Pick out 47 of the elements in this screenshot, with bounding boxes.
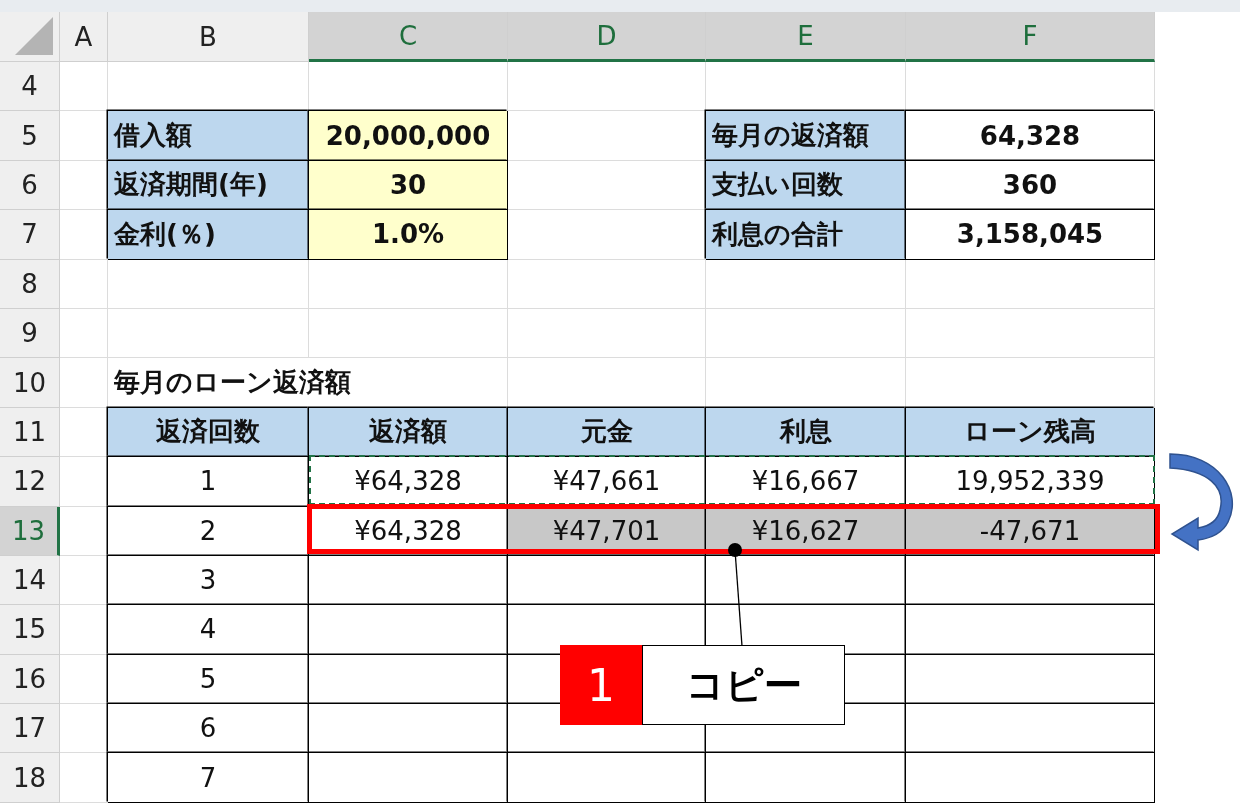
table-cell: 金利(％): [108, 210, 309, 260]
table-cell: 20,000,000: [309, 111, 508, 161]
column-header[interactable]: B: [108, 12, 309, 62]
column-header[interactable]: E: [706, 12, 906, 62]
callout-label: コピー: [642, 645, 845, 725]
step-number: 1: [560, 645, 642, 725]
table-cell: 5: [108, 654, 309, 705]
table-cell: 返済期間(年): [108, 160, 309, 211]
column-header[interactable]: C: [309, 12, 508, 62]
table-cell: 64,328: [906, 111, 1155, 161]
row-header[interactable]: 16: [0, 654, 60, 705]
row-header[interactable]: 5: [0, 111, 60, 161]
row-header[interactable]: 9: [0, 308, 60, 359]
table-cell: ローン残高: [906, 407, 1155, 458]
column-header[interactable]: D: [508, 12, 706, 62]
row-header[interactable]: 11: [0, 407, 60, 458]
table-cell: 返済回数: [108, 407, 309, 458]
table-cell: 支払い回数: [706, 160, 906, 211]
row-header[interactable]: 17: [0, 704, 60, 754]
table-cell: 利息: [706, 407, 906, 458]
select-all-icon[interactable]: [15, 17, 53, 55]
row-header[interactable]: 18: [0, 753, 60, 803]
row-header[interactable]: 12: [0, 457, 60, 507]
row-header[interactable]: 8: [0, 259, 60, 309]
table-cell: 30: [309, 160, 508, 211]
table-cell: 元金: [508, 407, 706, 458]
column-header[interactable]: A: [60, 12, 108, 62]
table-cell: 7: [108, 753, 309, 803]
row-header[interactable]: 4: [0, 62, 60, 112]
row-header[interactable]: 7: [0, 210, 60, 260]
table-cell: 返済額: [309, 407, 508, 458]
table-cell: 360: [906, 160, 1155, 211]
row-header[interactable]: 13: [0, 506, 60, 556]
row-header[interactable]: 10: [0, 358, 60, 408]
column-header[interactable]: F: [906, 12, 1155, 62]
table-cell: 毎月の返済額: [706, 111, 906, 161]
table-cell: 1.0%: [309, 210, 508, 260]
table-cell: 4: [108, 605, 309, 655]
table-cell: 1: [108, 457, 309, 507]
table-cell: 3,158,045: [906, 210, 1155, 260]
table-cell: 3: [108, 555, 309, 606]
row-header[interactable]: 6: [0, 160, 60, 211]
row-header[interactable]: 15: [0, 605, 60, 655]
row-header[interactable]: 14: [0, 555, 60, 606]
table-cell: 利息の合計: [706, 210, 906, 260]
table-cell: 借入額: [108, 111, 309, 161]
table-cell: 6: [108, 704, 309, 754]
